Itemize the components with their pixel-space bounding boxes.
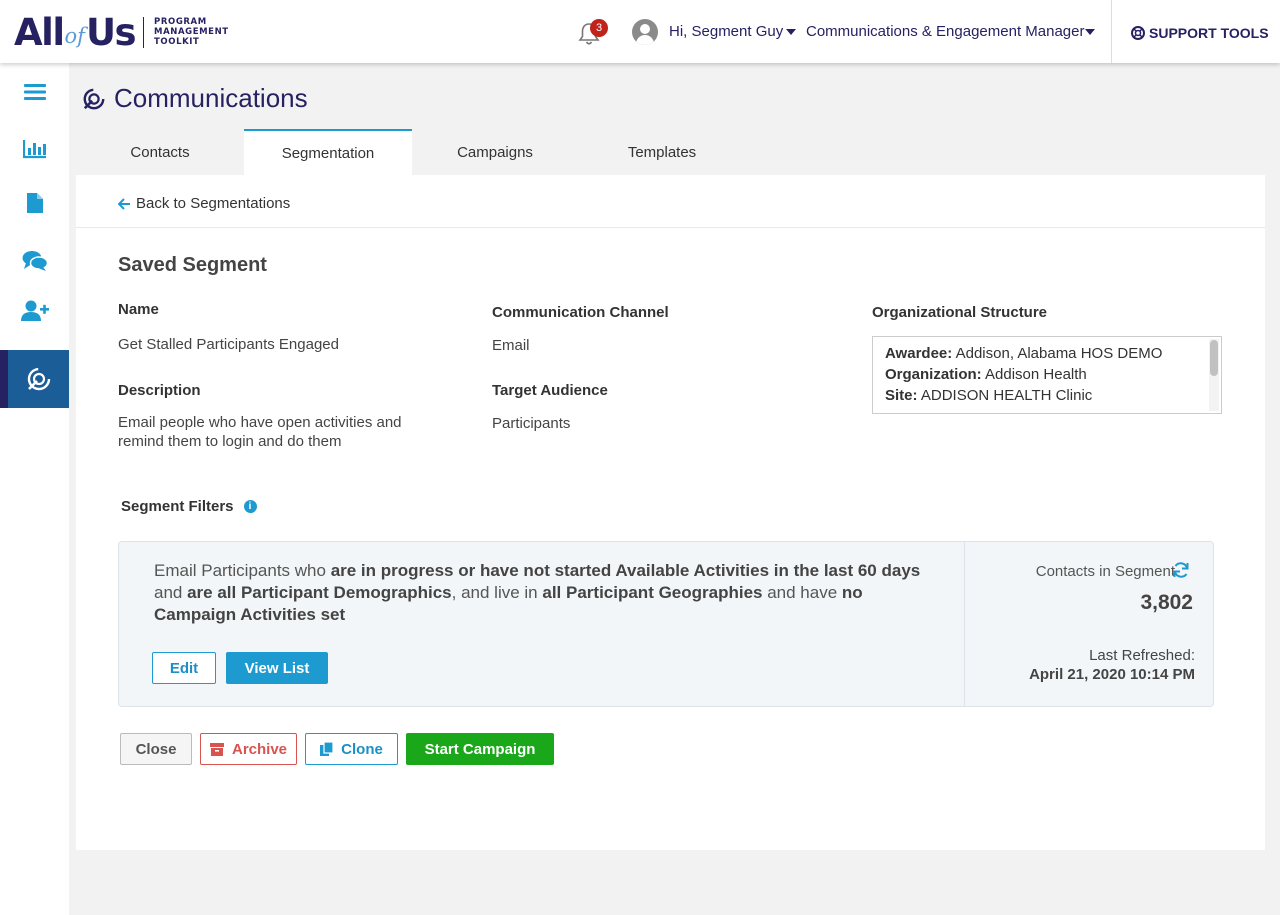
filter-separator <box>964 542 965 706</box>
awardee-row: Awardee: Addison, Alabama HOS DEMO <box>885 345 1163 362</box>
org-scrollbar[interactable] <box>1209 339 1219 411</box>
segment-filters-heading: Segment Filters i <box>121 498 257 515</box>
page-header: Communications <box>82 83 308 114</box>
role-chevron-down-icon[interactable] <box>1085 29 1095 35</box>
page-title: Communications <box>114 83 308 113</box>
role-selector[interactable]: Communications & Engagement Manager <box>806 23 1084 40</box>
menu-icon <box>23 84 46 100</box>
segment-filter-summary: Email Participants who are in progress o… <box>118 541 1214 707</box>
contacts-in-segment: Contacts in Segment <box>1036 563 1175 580</box>
archive-button[interactable]: Archive <box>200 733 297 765</box>
sidebar <box>0 63 69 915</box>
support-tools-button[interactable]: SUPPORT TOOLS <box>1131 25 1269 41</box>
org-structure-label: Organizational Structure <box>872 304 1048 321</box>
description-label: Description <box>118 382 201 399</box>
add-user-icon <box>20 300 49 321</box>
contacts-label: Contacts in Segment <box>1035 563 1175 580</box>
tab-segmentation[interactable]: Segmentation <box>244 129 412 175</box>
sidebar-item-menu[interactable] <box>0 67 69 117</box>
logo-all-text: All <box>14 10 65 54</box>
chat-icon <box>22 251 48 271</box>
sidebar-item-documents[interactable] <box>0 178 69 228</box>
tab-templates[interactable]: Templates <box>578 129 746 175</box>
sidebar-item-reports[interactable] <box>0 124 69 174</box>
edit-button[interactable]: Edit <box>152 652 216 684</box>
segment-detail-panel: Back to Segmentations Saved Segment Name… <box>76 175 1265 850</box>
tab-contacts[interactable]: Contacts <box>76 129 244 175</box>
notification-count-badge: 3 <box>590 19 608 37</box>
top-header: All of Us PROGRAM MANAGEMENT TOOLKIT 3 H… <box>0 0 1280 63</box>
communications-icon <box>27 367 50 391</box>
name-value: Get Stalled Participants Engaged <box>118 336 339 353</box>
organization-row: Organization: Addison Health <box>885 366 1087 383</box>
sidebar-item-add-user[interactable] <box>0 286 69 336</box>
last-refreshed-value: April 21, 2020 10:14 PM <box>1029 666 1195 683</box>
name-label: Name <box>118 301 159 318</box>
tab-bar: Contacts Segmentation Campaigns Template… <box>76 129 746 175</box>
divider <box>76 227 1265 228</box>
clone-label: Clone <box>341 740 383 758</box>
archive-icon <box>209 742 224 756</box>
clone-button[interactable]: Clone <box>305 733 398 765</box>
org-structure-box[interactable]: Awardee: Addison, Alabama HOS DEMO Organ… <box>872 336 1222 414</box>
all-of-us-logo[interactable]: All of Us PROGRAM MANAGEMENT TOOLKIT <box>14 10 229 54</box>
info-icon[interactable]: i <box>243 500 257 513</box>
view-list-button[interactable]: View List <box>226 652 328 684</box>
tab-campaigns[interactable]: Campaigns <box>412 129 578 175</box>
logo-divider <box>143 16 145 48</box>
last-refreshed-label: Last Refreshed: <box>1089 647 1195 664</box>
arrow-left-icon <box>118 197 130 210</box>
communication-channel-label: Communication Channel <box>492 304 669 321</box>
logo-of-text: of <box>64 24 85 48</box>
user-menu-chevron-down-icon[interactable] <box>786 29 796 35</box>
logo-subtitle: PROGRAM MANAGEMENT TOOLKIT <box>154 17 229 47</box>
sidebar-item-messages[interactable] <box>0 236 69 286</box>
archive-label: Archive <box>231 740 288 758</box>
chart-icon <box>22 140 46 159</box>
user-greeting[interactable]: Hi, Segment Guy <box>669 23 783 40</box>
document-icon <box>26 193 43 213</box>
filter-description: Email Participants who are in progress o… <box>154 561 921 624</box>
support-tools-label: SUPPORT TOOLS <box>1149 25 1269 41</box>
contacts-count: 3,802 <box>1140 591 1193 614</box>
back-link-label: Back to Segmentations <box>136 195 291 212</box>
lifebuoy-icon <box>1131 26 1145 40</box>
back-to-segmentations-link[interactable]: Back to Segmentations <box>118 195 290 212</box>
communications-icon <box>83 88 105 109</box>
sidebar-item-communications[interactable] <box>0 350 69 408</box>
header-divider <box>1111 0 1112 63</box>
target-audience-value: Participants <box>492 415 571 432</box>
logo-us-text: Us <box>85 10 137 54</box>
copy-icon <box>320 742 334 756</box>
description-value: Email people who have open activities an… <box>118 414 402 450</box>
target-audience-label: Target Audience <box>492 382 608 399</box>
communication-channel-value: Email <box>492 337 530 354</box>
refresh-icon[interactable] <box>1172 561 1190 579</box>
user-avatar[interactable] <box>632 19 658 45</box>
segment-filters-label: Segment Filters <box>121 498 234 515</box>
start-campaign-button[interactable]: Start Campaign <box>406 733 554 765</box>
site-row: Site: ADDISON HEALTH Clinic <box>885 387 1093 404</box>
section-title: Saved Segment <box>118 254 267 276</box>
close-button[interactable]: Close <box>120 733 192 765</box>
